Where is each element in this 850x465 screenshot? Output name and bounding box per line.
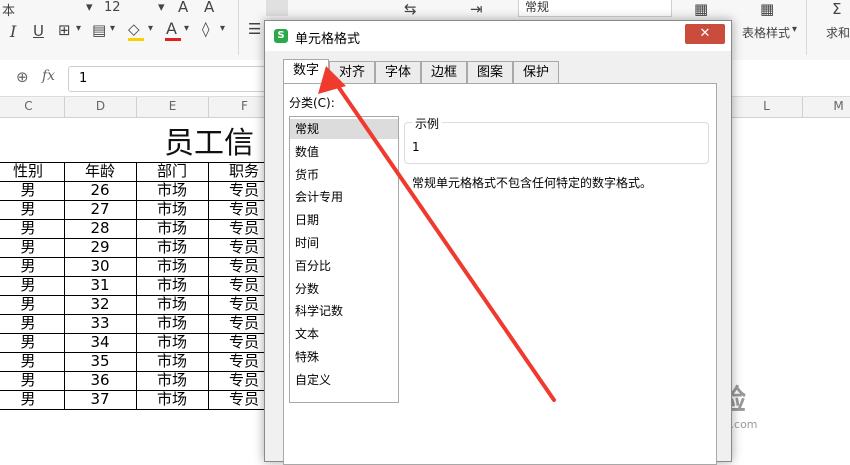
annotation-arrow — [318, 66, 556, 402]
annotation-arrow-shaft — [333, 80, 556, 402]
